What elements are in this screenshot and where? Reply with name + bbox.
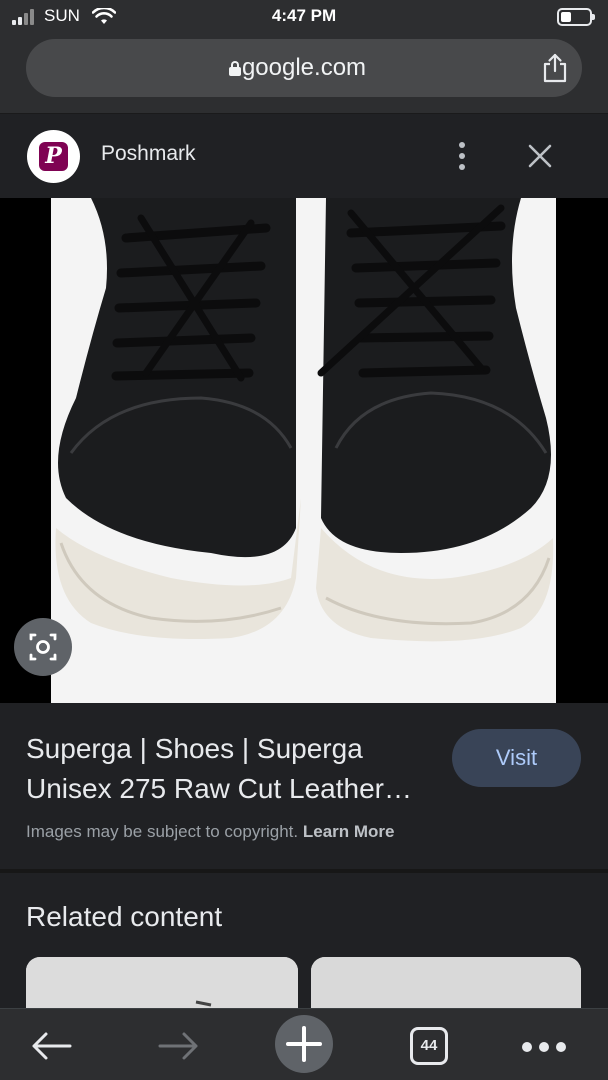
visit-button[interactable]: Visit [452, 729, 581, 787]
poshmark-logo[interactable]: P [27, 130, 80, 183]
learn-more-link[interactable]: Learn More [303, 822, 395, 841]
browser-top-bar: google.com [0, 34, 608, 114]
plus-icon [286, 1026, 322, 1062]
source-name[interactable]: Poshmark [101, 142, 196, 166]
back-arrow-icon[interactable] [30, 1031, 74, 1061]
result-title[interactable]: Superga | Shoes | Superga Unisex 275 Raw… [26, 729, 436, 809]
forward-arrow-icon[interactable] [156, 1031, 200, 1061]
more-options-icon[interactable] [452, 140, 472, 172]
image-viewer [0, 198, 608, 703]
source-header: P Poshmark [0, 114, 608, 198]
battery-icon [557, 8, 595, 26]
lens-icon[interactable] [14, 618, 72, 676]
share-icon[interactable] [540, 52, 570, 84]
url-text: google.com [241, 54, 367, 81]
poshmark-logo-letter: P [39, 142, 68, 171]
close-icon[interactable] [526, 142, 554, 170]
copyright-notice: Images may be subject to copyright. Lear… [26, 822, 395, 842]
result-info: Superga | Shoes | Superga Unisex 275 Raw… [0, 703, 608, 869]
result-title-line-1: Superga | Shoes | Superga [26, 733, 363, 764]
related-content-heading: Related content [26, 901, 223, 932]
clock: 4:47 PM [271, 6, 337, 25]
tab-switcher-button[interactable]: 44 [410, 1027, 448, 1065]
related-content-section: Related content [0, 873, 608, 1017]
browser-toolbar: 44 [0, 1008, 608, 1080]
status-bar: SUN 4:47 PM [0, 0, 608, 34]
new-tab-button[interactable] [275, 1015, 333, 1073]
result-title-line-2: Unisex 275 Raw Cut Leather… [26, 773, 412, 804]
product-image[interactable] [51, 198, 556, 703]
address-bar[interactable]: google.com [26, 39, 582, 97]
copyright-text: Images may be subject to copyright. [26, 822, 299, 841]
